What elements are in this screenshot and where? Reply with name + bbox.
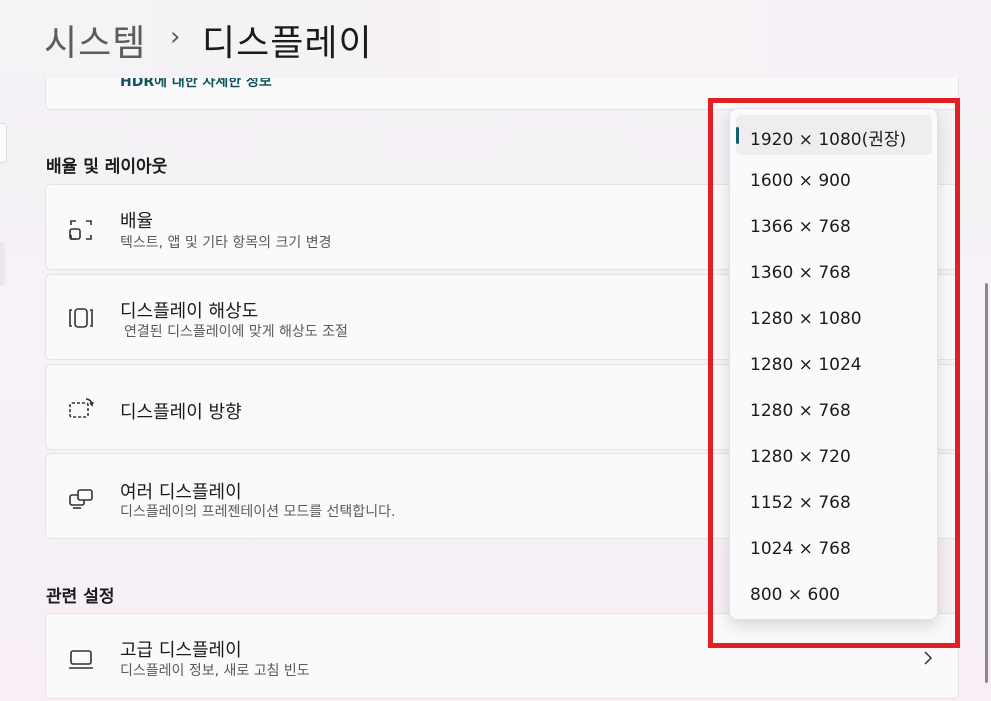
setting-row-subtitle: 텍스트, 앱 및 기타 항목의 크기 변경 — [120, 235, 332, 251]
chevron-right-icon — [924, 651, 933, 665]
page-title: 디스플레이 — [202, 23, 373, 64]
setting-row-subtitle: 디스플레이의 프레젠테이션 모드를 선택합니다. — [120, 504, 396, 520]
setting-row-title: 디스플레이 방향 — [120, 402, 242, 423]
scale-icon — [69, 220, 92, 240]
monitor-icon — [69, 650, 93, 669]
setting-row-title: 배율 — [120, 211, 154, 232]
page-header: 시스템 › 디스플레이 — [0, 0, 991, 78]
section-title-scale-layout: 배율 및 레이아웃 — [46, 157, 168, 177]
highlight-annotation-box — [708, 98, 960, 648]
setting-row-subtitle: 연결된 디스플레이에 맞게 해상도 조절 — [124, 324, 348, 340]
setting-row-subtitle: 디스플레이 정보, 새로 고침 빈도 — [120, 663, 310, 679]
nav-pane-selected-edge — [0, 242, 5, 286]
nav-pane-edge — [0, 123, 7, 163]
breadcrumb-parent[interactable]: 시스템 — [44, 14, 146, 66]
resolution-icon — [69, 308, 93, 328]
setting-row-title: 고급 디스플레이 — [120, 640, 242, 661]
section-title-related: 관련 설정 — [46, 587, 115, 607]
scrollbar-thumb[interactable] — [985, 283, 988, 683]
breadcrumb-separator: › — [170, 22, 181, 52]
orientation-icon — [69, 398, 94, 418]
multiple-displays-icon — [69, 489, 93, 509]
setting-row-title: 디스플레이 해상도 — [120, 301, 259, 322]
